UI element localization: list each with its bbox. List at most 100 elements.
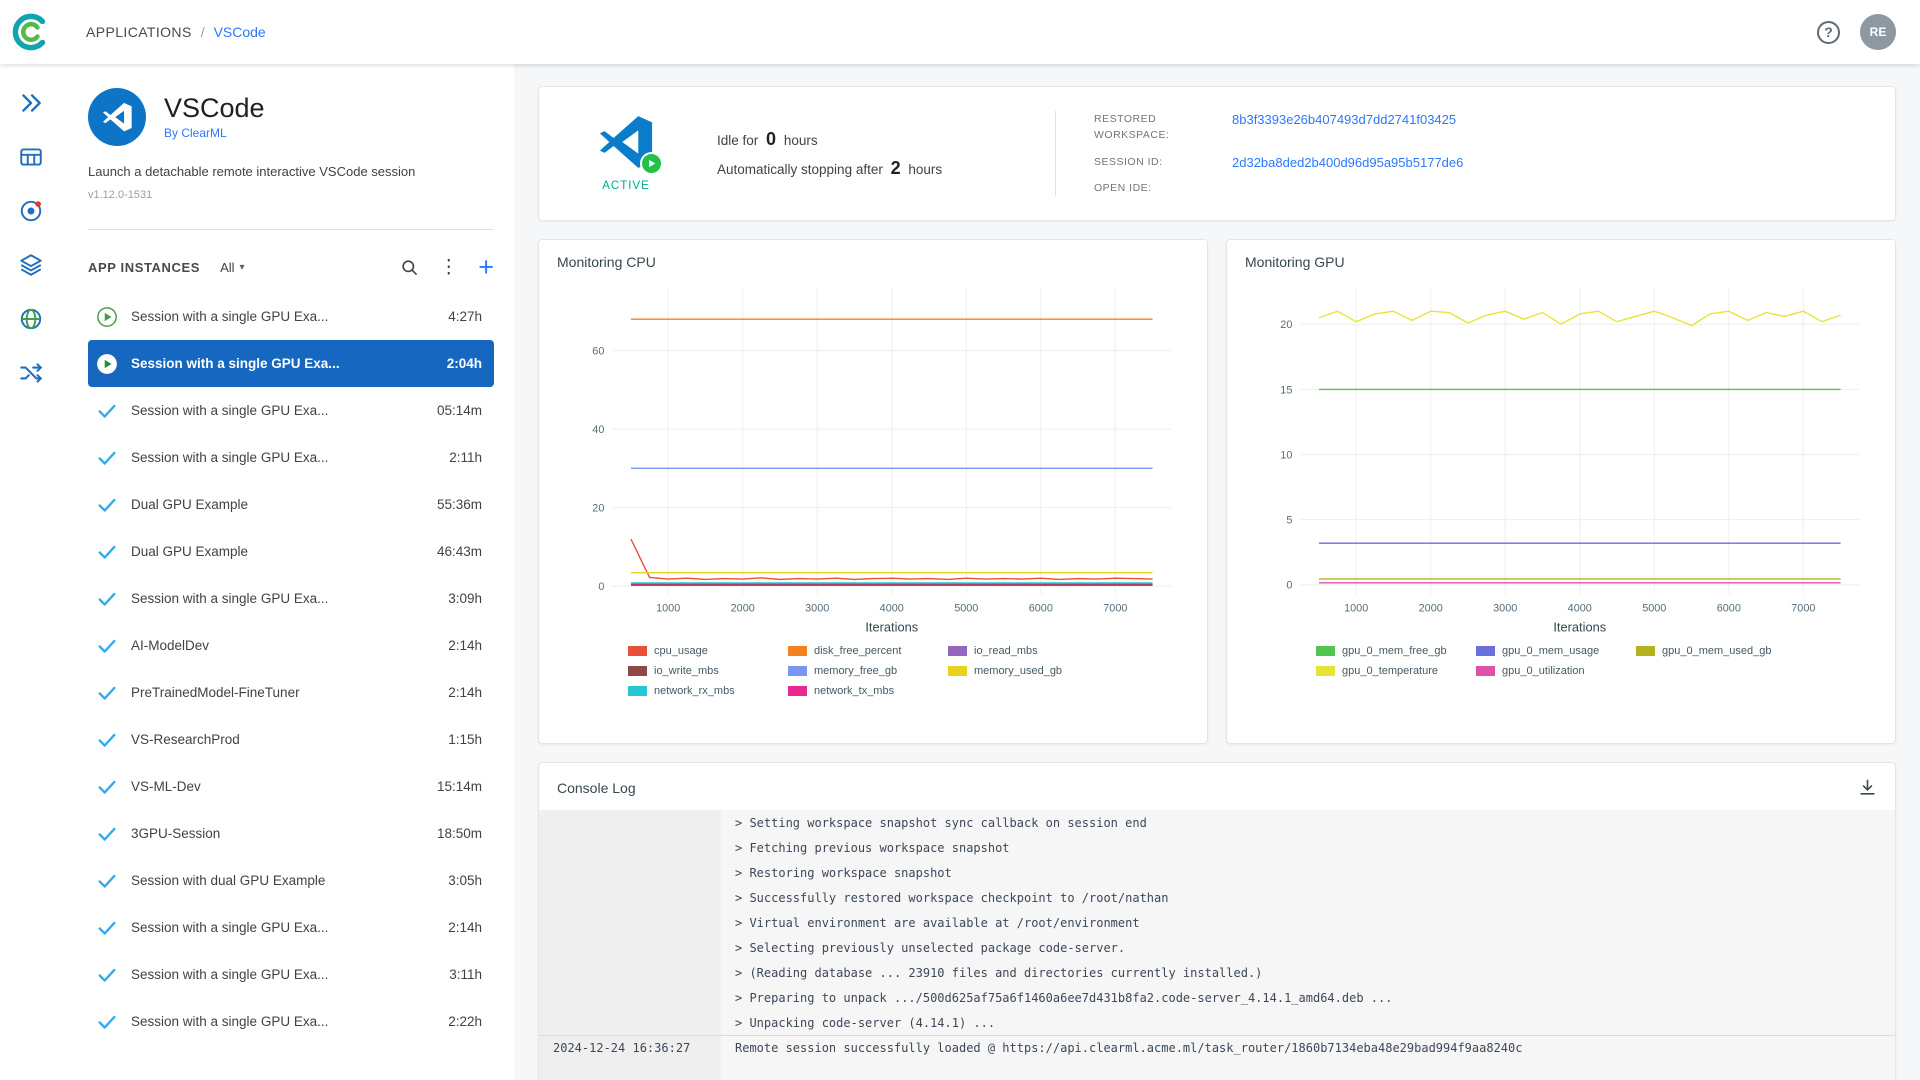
more-options-icon[interactable]: ⋮	[439, 258, 458, 277]
app-byline-link[interactable]: By ClearML	[164, 126, 265, 140]
instance-duration: 55:36m	[436, 497, 482, 512]
topbar-actions: ? RE	[1817, 14, 1920, 50]
instance-name: Session with dual GPU Example	[131, 873, 326, 888]
legend-item[interactable]: gpu_0_mem_used_gb	[1636, 641, 1796, 661]
instance-row[interactable]: Dual GPU Example 55:36m	[88, 481, 494, 528]
topbar: APPLICATIONS / VSCode ? RE	[0, 0, 1920, 64]
field-value-link[interactable]: 2d32ba8ded2b400d96d95a95b5177de6	[1232, 154, 1463, 170]
console-row: > Selecting previously unselected packag…	[539, 935, 1895, 960]
download-log-icon[interactable]	[1858, 778, 1877, 797]
instance-name: 3GPU-Session	[131, 826, 221, 841]
instance-row[interactable]: Session with a single GPU Exa... 3:09h	[88, 575, 494, 622]
instance-duration: 05:14m	[436, 403, 482, 418]
nav-datasets-icon[interactable]	[0, 238, 62, 292]
svg-text:1000: 1000	[656, 603, 680, 615]
console-text: > Unpacking code-server (4.14.1) ...	[735, 1015, 996, 1030]
nav-workers-icon[interactable]	[0, 184, 62, 238]
instance-row[interactable]: 3GPU-Session 18:50m	[88, 810, 494, 857]
legend-label: network_tx_mbs	[814, 685, 895, 698]
legend-item[interactable]: memory_used_gb	[948, 661, 1108, 681]
legend-label: gpu_0_utilization	[1502, 665, 1585, 678]
svg-text:5000: 5000	[954, 603, 978, 615]
nav-applications-icon[interactable]	[0, 76, 62, 130]
instance-completed-icon	[98, 451, 116, 465]
breadcrumb-applications[interactable]: APPLICATIONS	[86, 24, 192, 40]
field-value-link[interactable]: 8b3f3393e26b407493d7dd2741f03425	[1232, 111, 1456, 127]
legend-item[interactable]: gpu_0_mem_free_gb	[1316, 641, 1476, 661]
legend-label: gpu_0_mem_used_gb	[1662, 645, 1772, 658]
console-time	[539, 860, 721, 885]
legend-item[interactable]: gpu_0_mem_usage	[1476, 641, 1636, 661]
instances-filter-dropdown[interactable]: All ▾	[220, 260, 244, 275]
legend-item[interactable]: gpu_0_utilization	[1476, 661, 1636, 681]
legend-label: gpu_0_mem_free_gb	[1342, 645, 1447, 658]
legend-label: io_read_mbs	[974, 645, 1038, 658]
instance-duration: 4:27h	[448, 309, 482, 324]
legend-item[interactable]: gpu_0_temperature	[1316, 661, 1476, 681]
instance-name: Session with a single GPU Exa...	[131, 591, 329, 606]
instance-row[interactable]: VS-ResearchProd 1:15h	[88, 716, 494, 763]
instance-completed-icon	[98, 780, 116, 794]
nav-resources-icon[interactable]	[0, 292, 62, 346]
legend-item[interactable]: io_read_mbs	[948, 641, 1108, 661]
clearml-logo-icon[interactable]	[0, 10, 62, 54]
instance-row[interactable]: PreTrainedModel-FineTuner 2:14h	[88, 669, 494, 716]
session-state: ACTIVE	[571, 115, 681, 192]
app-description: Launch a detachable remote interactive V…	[88, 164, 416, 179]
cpu-chart-plot[interactable]: 1000 2000 3000 4000 5000 6000 7000 0 20 40 60 Itera…	[557, 272, 1189, 639]
help-icon[interactable]: ?	[1817, 20, 1840, 44]
status-badge: ACTIVE	[602, 180, 650, 192]
svg-text:4000: 4000	[1568, 603, 1592, 615]
instances-title: APP INSTANCES	[88, 260, 201, 275]
instance-name: Session with a single GPU Exa...	[131, 920, 329, 935]
instance-duration: 2:14h	[448, 638, 482, 653]
search-icon[interactable]	[400, 258, 419, 277]
nav-pipelines-icon[interactable]	[0, 346, 62, 400]
svg-text:3000: 3000	[1493, 603, 1517, 615]
nav-boards-icon[interactable]	[0, 130, 62, 184]
console-row: > Restoring workspace snapshot	[539, 860, 1895, 885]
console-time	[539, 935, 721, 960]
add-instance-button[interactable]: +	[478, 254, 494, 281]
svg-text:Iterations: Iterations	[1553, 619, 1606, 634]
instance-name: Dual GPU Example	[131, 497, 249, 512]
instance-row[interactable]: VS-ML-Dev 15:14m	[88, 763, 494, 810]
app-panel: VSCode By ClearML Launch a detachable re…	[62, 64, 514, 1080]
gpu-chart-plot[interactable]: 1000 2000 3000 4000 5000 6000 7000 0 5 10 15 20 Iter…	[1245, 272, 1877, 639]
session-field-row: OPEN IDE:	[1094, 180, 1463, 196]
console-text: > Fetching previous workspace snapshot	[735, 840, 1010, 855]
instance-completed-icon	[98, 1015, 116, 1029]
chart-legend: gpu_0_mem_free_gb gpu_0_mem_usage gpu_0_me…	[1316, 641, 1806, 681]
instance-row[interactable]: Session with a single GPU Exa... 05:14m	[88, 387, 494, 434]
console-lines[interactable]: > Setting workspace snapshot sync callba…	[539, 810, 1895, 1080]
instance-row[interactable]: AI-ModelDev 2:14h	[88, 622, 494, 669]
legend-label: disk_free_percent	[814, 645, 902, 658]
legend-item[interactable]: network_rx_mbs	[628, 681, 788, 701]
instance-name: PreTrainedModel-FineTuner	[131, 685, 300, 700]
instance-row[interactable]: Session with a single GPU Exa... 2:22h	[88, 998, 494, 1045]
instance-row[interactable]: Session with a single GPU Exa... 3:11h	[88, 951, 494, 998]
instance-row[interactable]: Dual GPU Example 46:43m	[88, 528, 494, 575]
instance-row[interactable]: Session with a single GPU Exa... 2:14h	[88, 904, 494, 951]
breadcrumb-separator: /	[200, 24, 205, 40]
legend-item[interactable]: disk_free_percent	[788, 641, 948, 661]
instance-row[interactable]: Session with a single GPU Exa... 4:27h	[88, 293, 494, 340]
instance-row[interactable]: Session with a single GPU Exa... 2:04h	[88, 340, 494, 387]
legend-item[interactable]: io_write_mbs	[628, 661, 788, 681]
legend-swatch	[1476, 666, 1495, 677]
instance-row[interactable]: Session with a single GPU Exa... 2:11h	[88, 434, 494, 481]
legend-swatch	[948, 666, 967, 677]
help-glyph: ?	[1824, 24, 1833, 40]
legend-swatch	[788, 686, 807, 697]
console-text: > Preparing to unpack .../500d625af75a6f…	[735, 990, 1393, 1005]
instance-duration: 1:15h	[448, 732, 482, 747]
session-status-card: ACTIVE Idle for 0 hours Automatically st…	[538, 86, 1896, 221]
legend-item[interactable]: memory_free_gb	[788, 661, 948, 681]
legend-swatch	[628, 686, 647, 697]
console-log-card: Console Log > Setting workspace snapshot…	[538, 762, 1896, 1080]
instance-row[interactable]: Session with dual GPU Example 3:05h	[88, 857, 494, 904]
instance-duration: 3:05h	[448, 873, 482, 888]
legend-item[interactable]: network_tx_mbs	[788, 681, 948, 701]
legend-item[interactable]: cpu_usage	[628, 641, 788, 661]
avatar[interactable]: RE	[1860, 14, 1896, 50]
